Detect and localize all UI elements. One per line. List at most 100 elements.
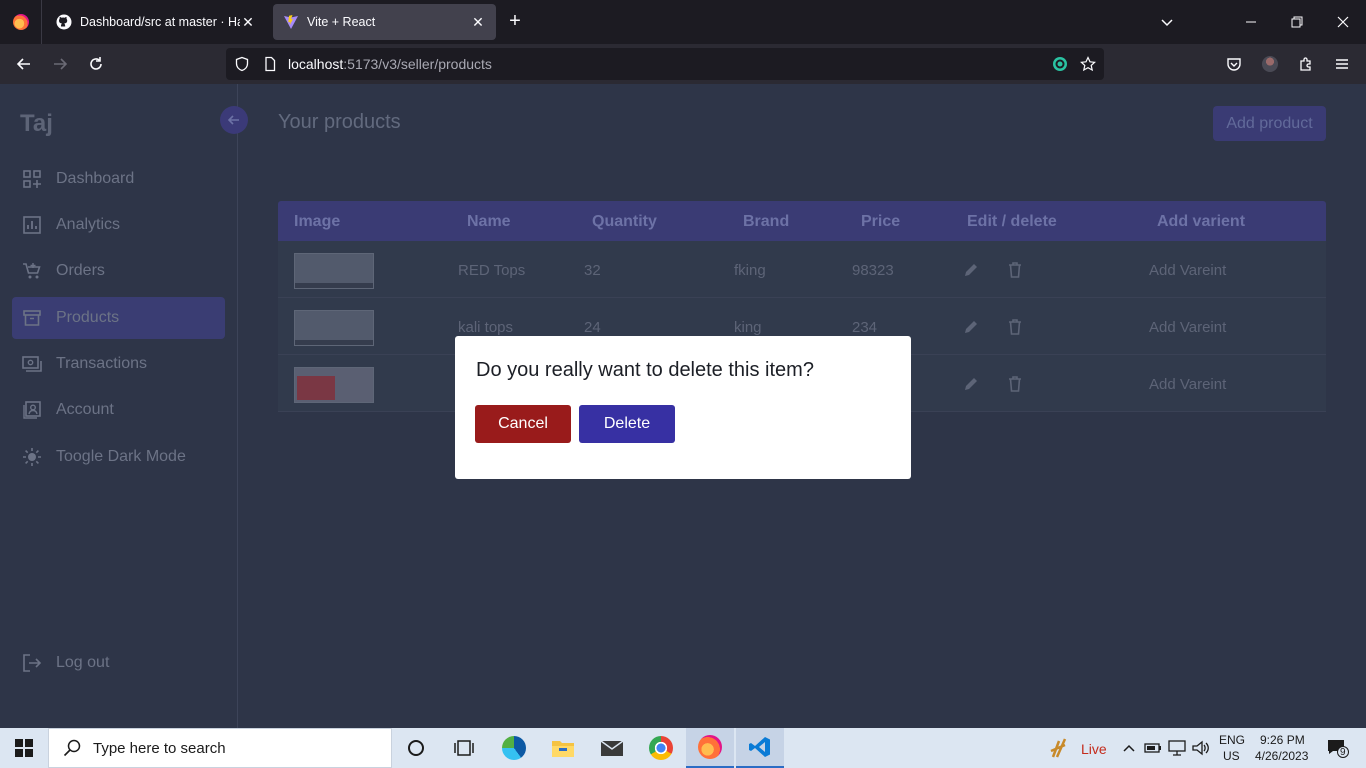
add-product-button[interactable]: Add product [1213, 106, 1326, 141]
add-variant-link[interactable]: Add Vareint [1149, 376, 1226, 393]
dialog-message: Do you really want to delete this item? [476, 359, 814, 381]
column-header: Price [861, 213, 901, 230]
add-variant-link[interactable]: Add Vareint [1149, 262, 1226, 279]
chart-icon [22, 215, 42, 235]
sidebar-item-label: Analytics [56, 216, 121, 233]
table-row: RED Tops 32 fking 98323 Add Vareint [278, 241, 1326, 298]
trash-icon[interactable] [1005, 374, 1025, 394]
contact-icon [22, 400, 42, 420]
add-variant-link[interactable]: Add Vareint [1149, 319, 1226, 336]
new-tab-button[interactable]: + [503, 10, 527, 34]
edge-app[interactable] [490, 728, 538, 768]
mail-app[interactable] [588, 728, 636, 768]
clock-time[interactable]: 9:26 PM [1260, 733, 1305, 747]
forward-button[interactable] [48, 52, 72, 76]
column-header: Brand [743, 213, 790, 230]
firefox-app[interactable] [686, 728, 734, 768]
url-bar[interactable]: localhost:5173/v3/seller/products [226, 48, 1104, 80]
notification-center-button[interactable]: 9 [1318, 728, 1358, 768]
firefox-view-button[interactable] [0, 0, 42, 44]
trash-icon[interactable] [1005, 260, 1025, 280]
pocket-button[interactable] [1222, 52, 1246, 76]
sidebar-item-transactions[interactable]: Transactions [12, 343, 225, 385]
cart-icon [22, 261, 42, 281]
app-menu-button[interactable] [1330, 52, 1354, 76]
edit-icon[interactable] [961, 317, 981, 337]
edit-icon[interactable] [961, 374, 981, 394]
task-view-button[interactable] [440, 728, 488, 768]
extension-status-icon[interactable] [1052, 56, 1068, 72]
sidebar-item-analytics[interactable]: Analytics [12, 204, 225, 246]
live-widget-icon[interactable] [1044, 728, 1074, 768]
account-button[interactable] [1258, 52, 1282, 76]
puzzle-icon [1300, 57, 1311, 71]
archive-icon [22, 308, 42, 328]
minimize-button[interactable] [1228, 0, 1274, 44]
sidebar-item-label: Transactions [56, 355, 147, 372]
page-icon[interactable] [262, 56, 278, 72]
edit-icon[interactable] [961, 260, 981, 280]
sidebar-item-label: Orders [56, 262, 105, 279]
column-header: Quantity [592, 213, 657, 230]
clock-date[interactable]: 4/26/2023 [1255, 749, 1308, 763]
product-price: 234 [852, 319, 878, 336]
chrome-app[interactable] [637, 728, 685, 768]
restore-button[interactable] [1274, 0, 1320, 44]
extensions-button[interactable] [1294, 52, 1318, 76]
search-icon [63, 739, 81, 757]
vscode-app[interactable] [736, 728, 784, 768]
windows-icon [15, 739, 33, 757]
column-header: Add varient [1157, 213, 1246, 230]
column-header: Edit / delete [967, 213, 1057, 230]
page-title: Your products [278, 111, 401, 133]
sidebar-item-label: Toogle Dark Mode [56, 448, 186, 465]
windows-taskbar: Type here to search Live ENG US 9:26 PM … [0, 728, 1366, 768]
tab-vite-react[interactable]: Vite + React ✕ [273, 4, 496, 40]
bookmark-star-icon[interactable] [1080, 56, 1096, 72]
back-button[interactable] [12, 52, 36, 76]
sidebar-item-label: Products [56, 309, 120, 326]
file-explorer-app[interactable] [539, 728, 587, 768]
mail-icon [600, 740, 624, 756]
url-path: :5173/v3/seller/products [343, 56, 492, 72]
product-thumbnail [294, 367, 374, 403]
browser-navigation-bar: localhost:5173/v3/seller/products [0, 44, 1366, 84]
sidebar-item-toggle-dark-mode[interactable]: Toogle Dark Mode [12, 436, 225, 478]
github-icon [56, 14, 72, 30]
product-thumbnail [294, 310, 374, 346]
cortana-button[interactable] [392, 728, 440, 768]
url-text[interactable]: localhost:5173/v3/seller/products [288, 56, 492, 72]
sidebar: Taj Dashboard Analytics Orders Products … [0, 84, 248, 728]
taskbar-search[interactable]: Type here to search [48, 728, 392, 768]
cancel-button[interactable]: Cancel [475, 405, 571, 443]
close-window-button[interactable] [1320, 0, 1366, 44]
list-all-tabs-button[interactable] [1155, 10, 1179, 34]
reload-button[interactable] [84, 52, 108, 76]
live-label[interactable]: Live [1081, 741, 1107, 757]
show-hidden-icons-button[interactable] [1118, 728, 1140, 768]
volume-icon[interactable] [1190, 728, 1212, 768]
tab-github[interactable]: Dashboard/src at master · Hayat ✕ [46, 4, 266, 40]
battery-icon[interactable] [1142, 728, 1164, 768]
sidebar-item-account[interactable]: Account [12, 389, 225, 431]
delete-button[interactable]: Delete [579, 405, 675, 443]
product-quantity: 24 [584, 319, 601, 336]
trash-icon[interactable] [1005, 317, 1025, 337]
close-icon[interactable]: ✕ [240, 14, 256, 31]
edge-icon [502, 736, 526, 760]
region-indicator[interactable]: US [1223, 749, 1240, 763]
product-brand: king [734, 319, 762, 336]
vite-icon [283, 14, 299, 30]
sidebar-item-products[interactable]: Products [12, 297, 225, 339]
language-indicator[interactable]: ENG [1219, 733, 1245, 747]
table-header: Image Name Quantity Brand Price Edit / d… [278, 201, 1326, 241]
sidebar-item-orders[interactable]: Orders [12, 250, 225, 292]
close-icon[interactable]: ✕ [470, 14, 486, 31]
logout-button[interactable]: Log out [12, 642, 225, 684]
tracking-protection-icon[interactable] [234, 56, 250, 72]
sidebar-item-dashboard[interactable]: Dashboard [12, 158, 225, 200]
cash-icon [22, 354, 42, 374]
network-icon[interactable] [1166, 728, 1188, 768]
start-button[interactable] [0, 728, 48, 768]
product-price: 98323 [852, 262, 894, 279]
